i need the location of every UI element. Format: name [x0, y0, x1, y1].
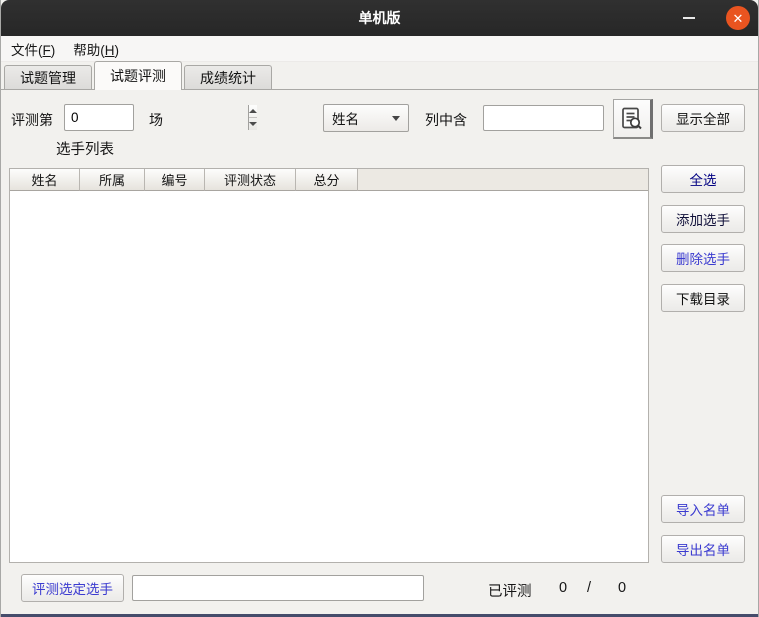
menubar: 文件(F) 帮助(H)	[1, 36, 758, 62]
chevron-down-icon	[392, 116, 400, 121]
tab-label: 成绩统计	[200, 68, 256, 88]
tab-label: 试题评测	[110, 66, 166, 86]
column-header-status[interactable]: 评测状态	[205, 169, 296, 191]
column-header-affiliation[interactable]: 所属	[80, 169, 145, 191]
round-label-prefix: 评测第	[11, 110, 53, 130]
filter-text-input[interactable]	[483, 105, 604, 131]
app-window: 单机版 ✕ 文件(F) 帮助(H) 试题管理 试题评测 成绩统计 评测第 场 姓…	[0, 0, 759, 617]
select-all-button[interactable]: 全选	[661, 165, 745, 193]
delete-player-button[interactable]: 删除选手	[661, 244, 745, 272]
contains-label: 列中含	[425, 110, 467, 130]
tab-label: 试题管理	[20, 68, 76, 88]
total-count: 0	[618, 580, 626, 596]
column-header-number[interactable]: 编号	[145, 169, 205, 191]
round-number-spinner	[64, 104, 134, 131]
menu-help-post: )	[115, 43, 120, 58]
player-table-header: 姓名 所属 编号 评测状态 总分	[10, 169, 648, 191]
export-list-button[interactable]: 导出名单	[661, 535, 745, 563]
evaluated-label: 已评测	[488, 580, 532, 601]
triangle-up-icon	[249, 109, 257, 113]
import-list-button[interactable]: 导入名单	[661, 495, 745, 523]
menu-file[interactable]: 文件(F)	[11, 39, 55, 59]
round-label-suffix: 场	[149, 110, 163, 130]
menu-help-mnemonic: H	[105, 43, 115, 58]
player-table: 姓名 所属 编号 评测状态 总分	[9, 168, 649, 563]
tab-question-evaluation[interactable]: 试题评测	[94, 61, 182, 90]
add-player-button[interactable]: 添加选手	[661, 205, 745, 233]
column-header-total-score[interactable]: 总分	[296, 169, 358, 191]
count-separator: /	[587, 580, 591, 596]
close-icon: ✕	[733, 12, 744, 25]
spinner-down-button[interactable]	[249, 118, 257, 130]
search-in-list-icon	[619, 106, 645, 132]
titlebar: 单机版 ✕	[1, 0, 758, 36]
player-list-label: 选手列表	[56, 138, 114, 159]
minimize-button[interactable]	[672, 0, 706, 36]
menu-file-post: )	[51, 43, 56, 58]
search-list-button[interactable]	[613, 99, 653, 139]
menu-help-pre: 帮助(	[73, 43, 105, 58]
download-catalog-button[interactable]: 下载目录	[661, 284, 745, 312]
player-table-body[interactable]	[10, 191, 648, 562]
column-header-name[interactable]: 姓名	[10, 169, 80, 191]
column-header-filler	[358, 169, 648, 191]
filter-column-select[interactable]: 姓名	[323, 104, 409, 132]
show-all-button[interactable]: 显示全部	[661, 104, 745, 132]
menu-help[interactable]: 帮助(H)	[73, 39, 119, 59]
triangle-down-icon	[249, 122, 257, 126]
tab-question-management[interactable]: 试题管理	[4, 65, 92, 89]
tab-score-statistics[interactable]: 成绩统计	[184, 65, 272, 89]
filter-column-value: 姓名	[332, 108, 359, 128]
footer-text-input[interactable]	[132, 575, 424, 601]
tab-bar: 试题管理 试题评测 成绩统计	[1, 62, 758, 90]
close-button[interactable]: ✕	[726, 6, 750, 30]
minimize-icon	[683, 17, 695, 19]
menu-file-mnemonic: F	[43, 43, 51, 58]
spinner-buttons	[248, 105, 257, 130]
evaluate-selected-button[interactable]: 评测选定选手	[21, 574, 124, 602]
window-title: 单机版	[359, 8, 401, 28]
menu-file-pre: 文件(	[11, 43, 43, 58]
spinner-up-button[interactable]	[249, 105, 257, 118]
evaluated-count: 0	[559, 580, 567, 596]
